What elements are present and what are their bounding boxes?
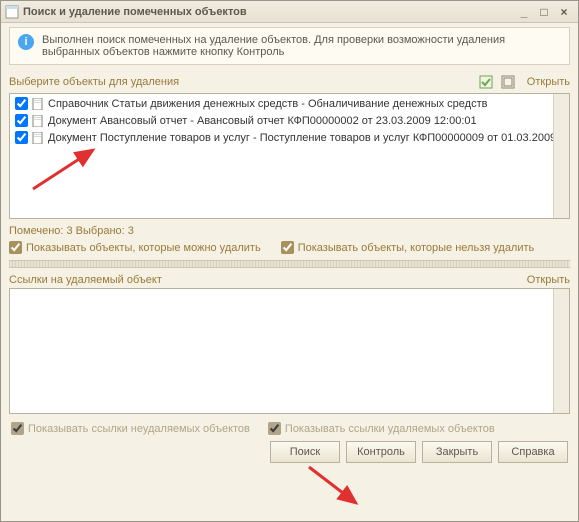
maximize-button[interactable]: □ (534, 4, 554, 20)
splitter[interactable] (9, 260, 570, 268)
check-all-button[interactable] (477, 73, 495, 91)
list-item-label: Документ Авансовый отчет - Авансовый отч… (48, 115, 477, 127)
filter-refs-nondeletable-checkbox[interactable] (11, 422, 24, 435)
info-panel: i Выполнен поиск помеченных на удаление … (9, 27, 570, 65)
titlebar: Поиск и удаление помеченных объектов _ □… (1, 1, 578, 23)
filter-refs-deletable[interactable]: Показывать ссылки удаляемых объектов (268, 422, 495, 435)
close-button[interactable]: Закрыть (422, 441, 492, 463)
list-item-label: Документ Поступление товаров и услуг - П… (48, 132, 568, 144)
list-item-checkbox[interactable] (15, 97, 28, 110)
close-window-button[interactable]: × (554, 4, 574, 20)
filter-deletable-label: Показывать объекты, которые можно удалит… (26, 242, 261, 254)
control-button[interactable]: Контроль (346, 441, 416, 463)
list-item-checkbox[interactable] (15, 114, 28, 127)
filter-refs-deletable-checkbox[interactable] (268, 422, 281, 435)
uncheck-all-button[interactable] (499, 73, 517, 91)
info-icon: i (18, 34, 34, 50)
open-link-top[interactable]: Открыть (527, 76, 570, 88)
list-scrollbar[interactable] (553, 94, 569, 218)
filter-refs-nondeletable-label: Показывать ссылки неудаляемых объектов (28, 423, 250, 435)
refs-header: Ссылки на удаляемый объект Открыть (9, 274, 570, 286)
list-item[interactable]: Документ Поступление товаров и услуг - П… (11, 129, 568, 146)
filter-refs-deletable-label: Показывать ссылки удаляемых объектов (285, 423, 495, 435)
document-icon (32, 115, 44, 127)
filter-deletable[interactable]: Показывать объекты, которые можно удалит… (9, 241, 261, 254)
list-item[interactable]: Справочник Статьи движения денежных сред… (11, 95, 568, 112)
help-button[interactable]: Справка (498, 441, 568, 463)
open-link-refs[interactable]: Открыть (527, 274, 570, 286)
refs-label: Ссылки на удаляемый объект (9, 274, 521, 286)
filter-row-top: Показывать объекты, которые можно удалит… (9, 241, 570, 254)
filter-nondeletable[interactable]: Показывать объекты, которые нельзя удали… (281, 241, 535, 254)
list-item-label: Справочник Статьи движения денежных сред… (48, 98, 487, 110)
document-icon (32, 98, 44, 110)
filter-refs-nondeletable[interactable]: Показывать ссылки неудаляемых объектов (11, 422, 250, 435)
selection-header: Выберите объекты для удаления Открыть (9, 73, 570, 91)
search-button[interactable]: Поиск (270, 441, 340, 463)
refs-scrollbar[interactable] (553, 289, 569, 413)
status-text: Помечено: 3 Выбрано: 3 (9, 225, 570, 237)
annotation-arrow-bottom (301, 461, 371, 511)
list-item[interactable]: Документ Авансовый отчет - Авансовый отч… (11, 112, 568, 129)
filter-deletable-checkbox[interactable] (9, 241, 22, 254)
filter-row-bottom: Показывать ссылки неудаляемых объектов П… (9, 422, 570, 435)
list-item-checkbox[interactable] (15, 131, 28, 144)
refs-list (9, 288, 570, 414)
window-root: Поиск и удаление помеченных объектов _ □… (0, 0, 579, 522)
filter-nondeletable-checkbox[interactable] (281, 241, 294, 254)
document-icon (32, 132, 44, 144)
filter-nondeletable-label: Показывать объекты, которые нельзя удали… (298, 242, 535, 254)
window-icon (5, 5, 19, 19)
button-row: Поиск Контроль Закрыть Справка (9, 441, 570, 463)
selection-label: Выберите объекты для удаления (9, 76, 477, 88)
objects-list: Справочник Статьи движения денежных сред… (9, 93, 570, 219)
minimize-button[interactable]: _ (514, 4, 534, 20)
window-title: Поиск и удаление помеченных объектов (23, 6, 514, 18)
info-text: Выполнен поиск помеченных на удаление об… (42, 34, 561, 58)
